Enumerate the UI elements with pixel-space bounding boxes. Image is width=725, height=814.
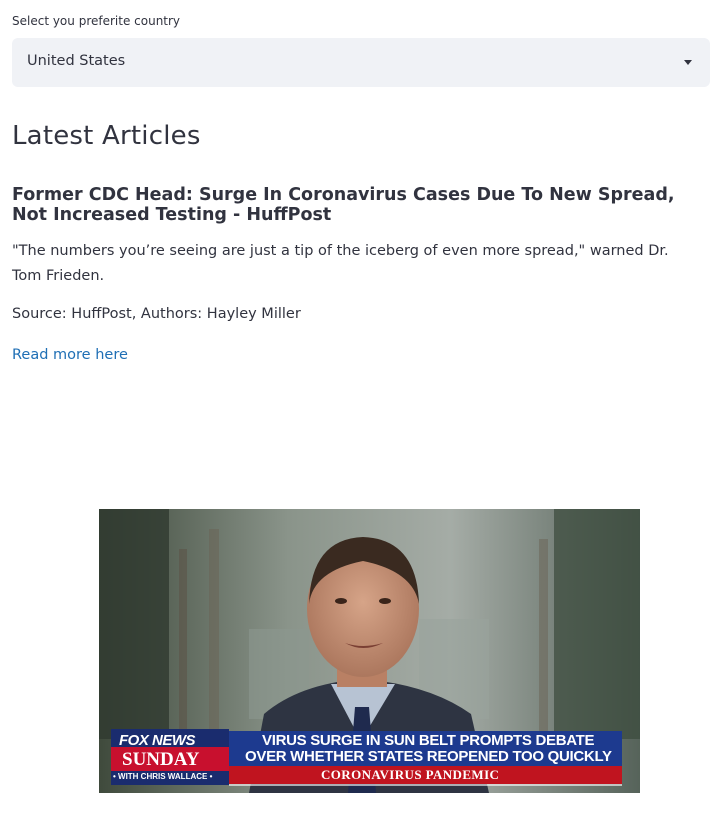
section-title: Latest Articles [12,121,201,151]
country-select-label: Select you preferite country [12,14,181,28]
read-more-link[interactable]: Read more here [12,347,128,363]
page: Select you preferite country United Stat… [0,0,725,814]
article-description: "The numbers you’re seeing are just a ti… [12,243,669,284]
article-title: Former CDC Head: Surge In Coronavirus Ca… [12,185,675,225]
chyron-headline-line2: OVER WHETHER STATES REOPENED TOO QUICKLY [245,748,612,765]
chyron-host: • WITH CHRIS WALLACE • [113,772,213,781]
chyron-headline-line1: VIRUS SURGE IN SUN BELT PROMPTS DEBATE [262,732,595,749]
article-source: Source: HuffPost, Authors: Hayley Miller [12,306,301,322]
country-select-value: United States [27,53,126,69]
article-image: FOX NEWS SUNDAY • WITH CHRIS WALLACE • V… [99,509,640,793]
country-select[interactable]: United States [12,38,710,87]
chevron-down-icon[interactable] [684,60,692,65]
chyron-banner: CORONAVIRUS PANDEMIC [321,767,500,782]
chyron-show: SUNDAY [122,749,200,770]
chyron-network: FOX NEWS [119,732,196,749]
